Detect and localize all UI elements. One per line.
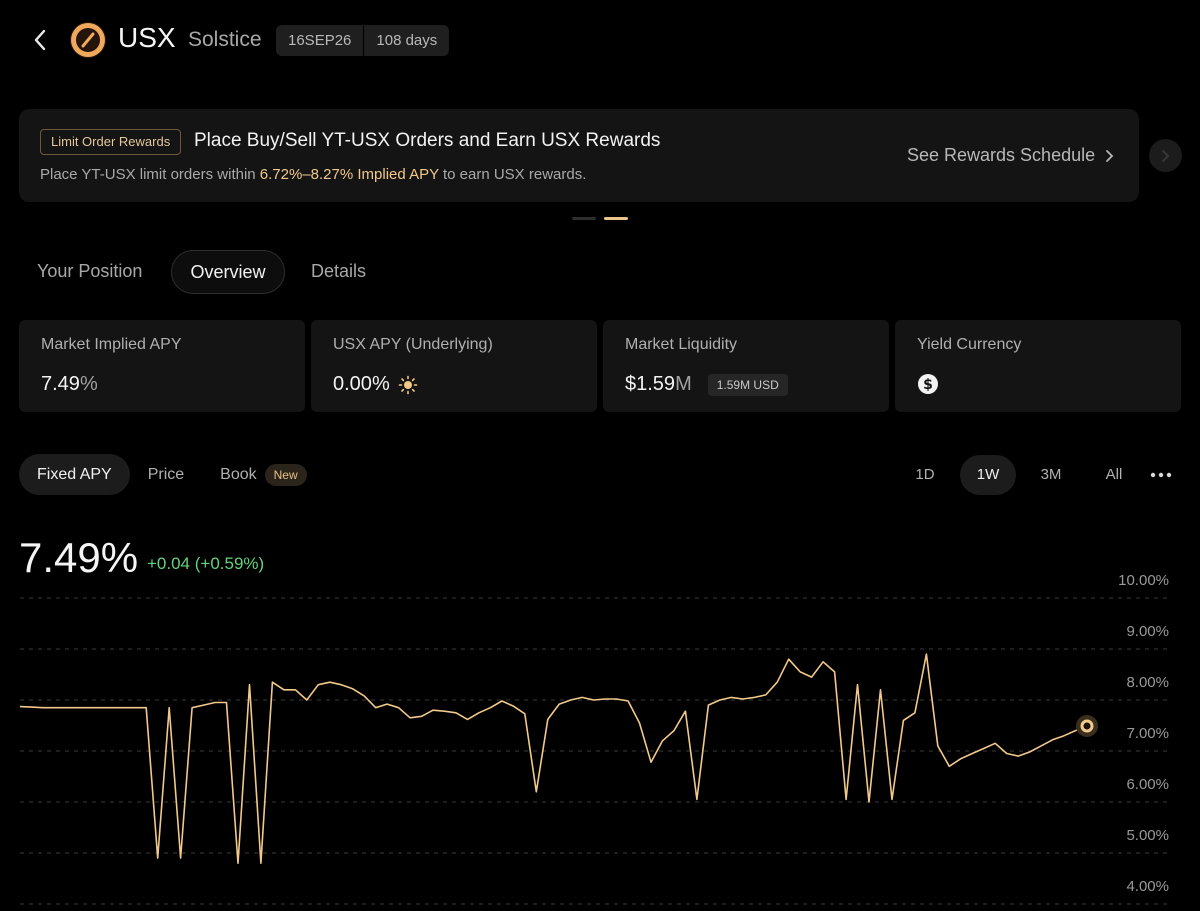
tab-price[interactable]: Price [130,454,202,495]
carousel-dot-active[interactable] [604,217,628,220]
tab-book-label: Book [220,466,257,483]
stat-label: USX APY (Underlying) [333,336,493,353]
stat-number: $1.59 [625,373,676,395]
tab-details[interactable]: Details [311,250,366,292]
stat-unit: M [675,373,692,395]
tab-book[interactable]: Book New [202,454,324,495]
tab-your-position[interactable]: Your Position [37,250,142,292]
days-left: 108 days [363,25,449,56]
rewards-link-label: See Rewards Schedule [907,145,1096,165]
y-tick-label: 5.00% [1126,827,1169,844]
usx-logo-icon [70,22,106,58]
range-all[interactable]: All [1086,455,1142,495]
y-tick-label: 9.00% [1126,623,1169,640]
range-1d[interactable]: 1D [897,455,953,495]
y-tick-label: 10.00% [1118,572,1169,589]
ellipsis-icon [1150,472,1172,478]
range-3m[interactable]: 3M [1023,455,1079,495]
chevron-right-icon [1162,149,1170,162]
stat-card-implied-apy: Market Implied APY 7.49% [19,320,305,412]
more-options-button[interactable] [1148,462,1174,488]
range-tabs: 1D 1W 3M All [890,455,1142,495]
banner-next-button[interactable] [1149,139,1182,172]
banner-sub-post: to earn USX rewards. [438,166,587,183]
banner-subtitle: Place YT-USX limit orders within 6.72%–8… [40,166,586,183]
carousel-dot[interactable] [572,217,596,220]
new-badge: New [264,463,307,486]
stat-label: Market Implied APY [41,336,182,353]
tab-fixed-apy[interactable]: Fixed APY [19,454,130,495]
stat-label: Market Liquidity [625,336,738,353]
range-1w[interactable]: 1W [960,455,1016,495]
ticker-title: USX [118,22,176,53]
stat-unit: % [371,373,390,395]
y-tick-label: 7.00% [1126,725,1169,742]
tab-overview[interactable]: Overview [171,250,285,294]
stat-card-yield-currency: Yield Currency $ [895,320,1181,412]
chevron-left-icon [34,29,46,51]
maturity-badge: 16SEP26 108 days [276,25,450,56]
stat-value: $ [917,373,939,395]
apy-line-chart[interactable]: 10.00% 9.00% 8.00% 7.00% 6.00% 5.00% 4.00% [0,560,1200,911]
chevron-right-icon [1106,149,1114,162]
see-rewards-schedule-link[interactable]: See Rewards Schedule [907,145,1114,166]
y-tick-label: 8.00% [1126,674,1169,691]
carousel-dots [572,217,628,220]
stat-value: 7.49% [41,373,98,396]
stat-unit: % [79,373,98,395]
banner-tag: Limit Order Rewards [40,129,182,155]
banner-sub-pre: Place YT-USX limit orders within [40,166,260,183]
stat-value: 0.00% [333,373,418,396]
sun-icon[interactable] [398,375,418,395]
current-point-marker [1080,719,1094,733]
stat-card-liquidity: Market Liquidity $1.59M 1.59M USD [603,320,889,412]
stat-number: 0.00 [333,373,372,395]
banner-sub-highlight: 6.72%–8.27% Implied APY [259,166,439,183]
apy-series-line [19,653,1088,865]
stat-label: Yield Currency [917,336,1022,353]
maturity-date: 16SEP26 [288,32,352,49]
chart-type-tabs: Fixed APY Price Book New [19,454,325,495]
y-tick-label: 4.00% [1126,878,1169,895]
stat-number: 7.49 [41,373,80,395]
stat-value: $1.59M 1.59M USD [625,373,788,396]
dollar-coin-icon[interactable]: $ [917,373,939,395]
liquidity-chip: 1.59M USD [707,373,788,396]
back-button[interactable] [24,24,56,56]
banner-title: Place Buy/Sell YT-USX Orders and Earn US… [194,130,661,151]
y-tick-label: 6.00% [1126,776,1169,793]
stat-card-underlying-apy: USX APY (Underlying) 0.00% [311,320,597,412]
issuer-name: Solstice [188,28,262,51]
svg-text:$: $ [923,377,933,393]
